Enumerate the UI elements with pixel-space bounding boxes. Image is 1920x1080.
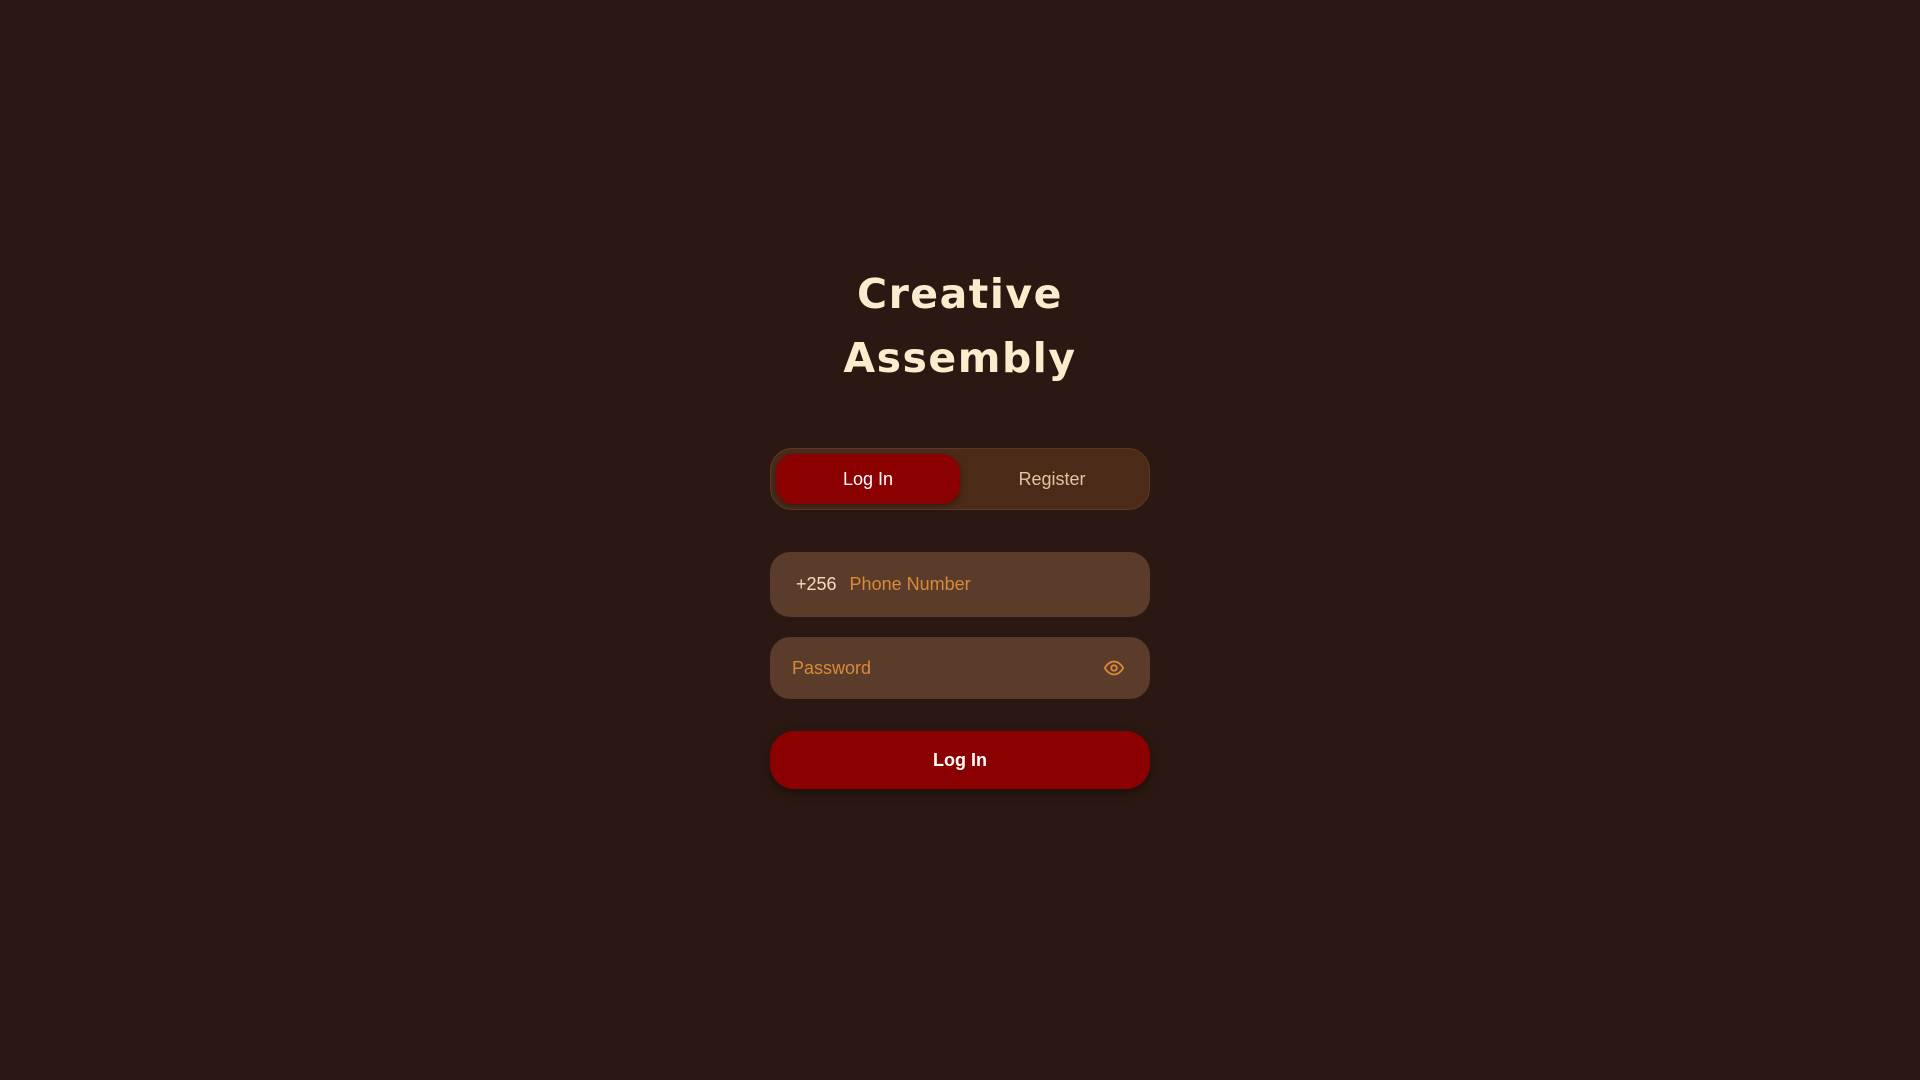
eye-icon[interactable]	[1102, 656, 1126, 680]
country-code-prefix: +256	[796, 574, 837, 594]
brand-title-line2: Assembly	[843, 334, 1077, 382]
password-input[interactable]	[792, 657, 1102, 679]
password-field	[770, 637, 1150, 699]
phone-field: +256	[770, 552, 1150, 617]
brand-title-line1: Creative	[857, 270, 1063, 318]
phone-number-input[interactable]	[849, 574, 1150, 595]
brand-title: Creative Assembly	[760, 262, 1160, 390]
tab-log-in[interactable]: Log In	[776, 454, 960, 504]
log-in-button[interactable]: Log In	[770, 731, 1150, 789]
tab-register[interactable]: Register	[960, 454, 1144, 504]
login-page: Creative Assembly Log In Register +256 L…	[0, 0, 1920, 1080]
auth-tabs: Log In Register	[770, 448, 1150, 510]
